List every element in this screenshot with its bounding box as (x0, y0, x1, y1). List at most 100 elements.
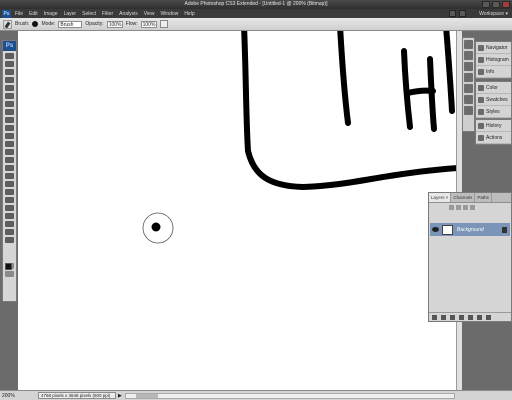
layer-comps-icon[interactable] (464, 95, 473, 104)
panel-actions[interactable]: Actions (476, 132, 511, 144)
flow-label: Flow: (125, 21, 138, 27)
new-layer-icon[interactable] (477, 314, 482, 320)
foreground-color-swatch[interactable] (5, 263, 12, 270)
screen-mode-icon[interactable] (459, 10, 467, 17)
trash-icon[interactable] (486, 314, 491, 320)
options-bar: Brush: Mode: Brush Opacity: 100% Flow: 1… (0, 18, 512, 31)
3d-orbit-tool-icon[interactable] (5, 205, 14, 211)
menu-file[interactable]: File (15, 11, 23, 17)
pen-tool-icon[interactable] (5, 165, 14, 171)
move-tool-icon[interactable] (5, 53, 14, 59)
zoom-tool-icon[interactable] (5, 237, 14, 243)
window-controls (482, 1, 510, 8)
horizontal-scrollbar[interactable] (125, 393, 455, 399)
menu-window[interactable]: Window (161, 11, 179, 17)
brush-preset-icon[interactable] (32, 21, 39, 27)
slice-tool-icon[interactable] (5, 93, 14, 99)
bridge-icon[interactable] (449, 10, 457, 17)
eye-icon[interactable] (432, 227, 439, 232)
title-bar: Adobe Photoshop CS3 Extended - [Untitled… (0, 0, 512, 9)
3d-rotate-tool-icon[interactable] (5, 197, 14, 203)
lock-position-icon[interactable] (463, 205, 468, 210)
document-canvas[interactable] (18, 31, 456, 390)
panel-styles[interactable]: Styles (476, 106, 511, 118)
notes-panel-icon[interactable] (464, 106, 473, 115)
menu-layer[interactable]: Layer (64, 11, 77, 17)
document-info[interactable]: 4768 pixels x 3648 pixels (600 ppi) (38, 392, 116, 399)
clone-stamp-tool-icon[interactable] (5, 117, 14, 123)
type-tool-icon[interactable] (5, 173, 14, 179)
clone-source-icon[interactable] (464, 62, 473, 71)
panel-swatches[interactable]: Swatches (476, 94, 511, 106)
close-button[interactable] (502, 1, 510, 8)
toolbox-logo: Ps (3, 41, 16, 51)
color-icon (478, 84, 484, 91)
paragraph-panel-icon[interactable] (464, 84, 473, 93)
layer-mask-icon[interactable] (450, 314, 455, 320)
panel-info[interactable]: Info (476, 66, 511, 78)
layer-background[interactable]: Background (430, 223, 510, 236)
layer-thumbnail (442, 224, 453, 235)
notes-tool-icon[interactable] (5, 213, 14, 219)
minimize-button[interactable] (482, 1, 490, 8)
drawn-stroke-right (443, 31, 455, 114)
brush-panel-icon[interactable] (464, 51, 473, 60)
panel-histogram[interactable]: Histogram (476, 54, 511, 66)
tab-paths[interactable]: Paths (475, 193, 492, 202)
brush-dab (151, 222, 161, 232)
lock-all-icon[interactable] (470, 205, 475, 210)
brush-label: Brush: (15, 21, 30, 27)
panel-color[interactable]: Color (476, 82, 511, 94)
ps-logo: Ps (2, 9, 11, 18)
lock-image-icon[interactable] (456, 205, 461, 210)
adjustment-layer-icon[interactable] (459, 314, 464, 320)
path-selection-tool-icon[interactable] (5, 181, 14, 187)
lock-transparent-icon[interactable] (449, 205, 454, 210)
character-panel-icon[interactable] (464, 73, 473, 82)
opacity-field[interactable]: 100% (106, 20, 123, 28)
marquee-tool-icon[interactable] (5, 61, 14, 67)
menu-edit[interactable]: Edit (29, 11, 38, 17)
brush-tool-icon[interactable] (5, 109, 14, 115)
maximize-button[interactable] (492, 1, 500, 8)
eraser-tool-icon[interactable] (5, 133, 14, 139)
shape-tool-icon[interactable] (5, 189, 14, 195)
healing-brush-tool-icon[interactable] (5, 101, 14, 107)
airbrush-icon[interactable] (159, 20, 168, 28)
dodge-tool-icon[interactable] (5, 157, 14, 163)
lasso-tool-icon[interactable] (5, 69, 14, 75)
flow-field[interactable]: 100% (140, 20, 157, 28)
zoom-level[interactable]: 200% (0, 393, 18, 399)
tab-channels[interactable]: Channels (451, 193, 476, 202)
mode-select[interactable]: Brush (58, 20, 83, 28)
menu-help[interactable]: Help (184, 11, 194, 17)
menu-image[interactable]: Image (44, 11, 58, 17)
eyedropper-tool-icon[interactable] (5, 221, 14, 227)
panel-group-color: Color Swatches Styles (475, 81, 512, 119)
panel-history[interactable]: History (476, 120, 511, 132)
tools-panel-icon[interactable] (464, 40, 473, 49)
menu-filter[interactable]: Filter (102, 11, 113, 17)
screen-mode-tool-icon[interactable] (5, 271, 14, 277)
menu-analysis[interactable]: Analysis (119, 11, 138, 17)
menu-view[interactable]: View (144, 11, 155, 17)
horizontal-scroll-thumb[interactable] (136, 394, 158, 398)
new-group-icon[interactable] (468, 314, 473, 320)
workspace-menu[interactable]: Workspace ▾ (479, 11, 508, 17)
history-brush-tool-icon[interactable] (5, 125, 14, 131)
gradient-tool-icon[interactable] (5, 141, 14, 147)
hand-tool-icon[interactable] (5, 229, 14, 235)
panel-navigator[interactable]: Navigator (476, 42, 511, 54)
panel-icon-dock (462, 37, 475, 132)
lock-icon (502, 226, 507, 233)
magic-wand-tool-icon[interactable] (5, 77, 14, 83)
link-layers-icon[interactable] (432, 314, 437, 320)
blur-tool-icon[interactable] (5, 149, 14, 155)
layer-style-icon[interactable] (441, 314, 446, 320)
tool-preset-picker[interactable] (3, 19, 12, 29)
menu-right-tools: Workspace ▾ (449, 10, 508, 17)
status-menu-arrow[interactable]: ▶ (118, 393, 122, 399)
menu-select[interactable]: Select (82, 11, 96, 17)
crop-tool-icon[interactable] (5, 85, 14, 91)
tab-layers[interactable]: Layers × (429, 193, 452, 202)
